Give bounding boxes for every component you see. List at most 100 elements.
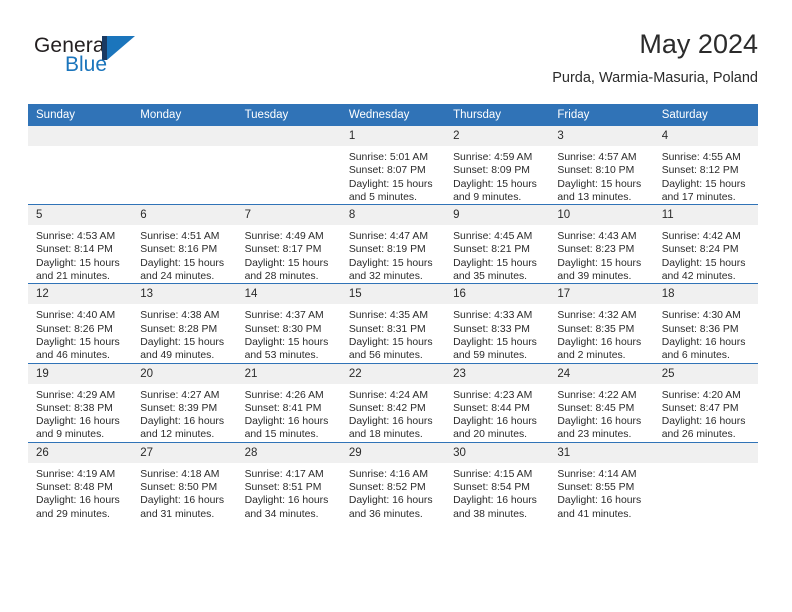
sunset-text: Sunset: 8:52 PM bbox=[348, 482, 426, 494]
calendar-day-cell[interactable]: 10 Sunrise: 4:43 AM Sunset: 8:23 PM Dayligh… bbox=[549, 204, 654, 284]
daylight-text-line1: Daylight: 16 hours bbox=[453, 416, 537, 428]
sunset-text: Sunset: 8:31 PM bbox=[348, 323, 426, 335]
daylight-text-line2: and 59 minutes. bbox=[453, 350, 528, 362]
daylight-text-line2: and 34 minutes. bbox=[244, 508, 319, 520]
day-number: 2 bbox=[445, 126, 550, 146]
day-info: Sunrise: 4:37 AM Sunset: 8:30 PM Daylight:… bbox=[237, 304, 341, 362]
calendar-day-cell[interactable]: 29 Sunrise: 4:16 AM Sunset: 8:52 PM Dayligh… bbox=[340, 441, 446, 521]
sunrise-text: Sunrise: 4:57 AM bbox=[557, 152, 637, 163]
day-info: Sunrise: 4:24 AM Sunset: 8:42 PM Daylight:… bbox=[341, 384, 445, 442]
daylight-text-line1: Daylight: 15 hours bbox=[661, 257, 746, 269]
calendar-day-cell[interactable]: 13 Sunrise: 4:38 AM Sunset: 8:28 PM Dayligh… bbox=[132, 283, 237, 364]
sunset-text: Sunset: 8:17 PM bbox=[244, 244, 322, 256]
day-info: Sunrise: 4:32 AM Sunset: 8:35 PM Daylight:… bbox=[549, 304, 653, 362]
calendar-day-cell[interactable]: 23 Sunrise: 4:23 AM Sunset: 8:44 PM Dayligh… bbox=[445, 362, 550, 443]
calendar-day-cell[interactable]: 2 Sunrise: 4:59 AM Sunset: 8:09 PM Daylight… bbox=[445, 126, 550, 205]
daylight-text-line2: and 20 minutes. bbox=[453, 429, 528, 441]
day-number: 8 bbox=[340, 205, 446, 226]
calendar-day-cell[interactable]: 28 Sunrise: 4:17 AM Sunset: 8:51 PM Dayligh… bbox=[236, 441, 341, 521]
calendar-day-cell[interactable]: 1 Sunrise: 5:01 AM Sunset: 8:07 PM Daylight… bbox=[340, 126, 446, 205]
calendar-day-cell[interactable]: 26 Sunrise: 4:19 AM Sunset: 8:48 PM Dayligh… bbox=[28, 441, 133, 521]
calendar-day-cell[interactable]: 22 Sunrise: 4:24 AM Sunset: 8:42 PM Dayligh… bbox=[340, 362, 446, 443]
calendar-day-cell[interactable]: 24 Sunrise: 4:22 AM Sunset: 8:45 PM Dayligh… bbox=[549, 362, 654, 443]
calendar-day-cell[interactable]: 4 Sunrise: 4:55 AM Sunset: 8:12 PM Daylight… bbox=[653, 126, 758, 205]
calendar-day-cell[interactable]: 21 Sunrise: 4:26 AM Sunset: 8:41 PM Dayligh… bbox=[236, 362, 341, 443]
day-info: Sunrise: 4:27 AM Sunset: 8:39 PM Daylight:… bbox=[132, 384, 236, 442]
daylight-text-line2: and 12 minutes. bbox=[140, 429, 215, 441]
sunrise-text: Sunrise: 4:20 AM bbox=[661, 389, 741, 401]
daylight-text-line1: Daylight: 16 hours bbox=[661, 336, 746, 348]
calendar-day-cell[interactable]: 14 Sunrise: 4:37 AM Sunset: 8:30 PM Dayligh… bbox=[236, 283, 341, 364]
daylight-text-line2: and 13 minutes. bbox=[557, 191, 632, 203]
sunrise-text: Sunrise: 4:59 AM bbox=[453, 152, 533, 163]
calendar-body: 1 Sunrise: 5:01 AM Sunset: 8:07 PM Daylight… bbox=[28, 126, 758, 521]
daylight-text-line2: and 41 minutes. bbox=[557, 508, 632, 520]
sunrise-text: Sunrise: 4:18 AM bbox=[140, 468, 220, 480]
calendar-day-cell[interactable]: 17 Sunrise: 4:32 AM Sunset: 8:35 PM Dayligh… bbox=[549, 283, 654, 364]
sunrise-text: Sunrise: 5:01 AM bbox=[348, 152, 428, 163]
calendar-day-cell[interactable]: 27 Sunrise: 4:18 AM Sunset: 8:50 PM Dayligh… bbox=[132, 441, 237, 521]
sunrise-text: Sunrise: 4:33 AM bbox=[453, 310, 533, 322]
daylight-text-line2: and 17 minutes. bbox=[661, 191, 736, 203]
calendar-day-cell[interactable]: 12 Sunrise: 4:40 AM Sunset: 8:26 PM Dayligh… bbox=[28, 283, 133, 364]
daylight-text-line2: and 26 minutes. bbox=[661, 429, 736, 441]
day-number: 25 bbox=[653, 363, 758, 384]
day-number: 9 bbox=[445, 205, 550, 226]
daylight-text-line1: Daylight: 16 hours bbox=[348, 416, 433, 428]
calendar-day-cell[interactable]: 15 Sunrise: 4:35 AM Sunset: 8:31 PM Dayligh… bbox=[340, 283, 446, 364]
sunrise-text: Sunrise: 4:32 AM bbox=[557, 310, 637, 322]
day-info: Sunrise: 5:01 AM Sunset: 8:07 PM Daylight:… bbox=[341, 146, 445, 204]
calendar-day-cell[interactable]: 7 Sunrise: 4:49 AM Sunset: 8:17 PM Daylight… bbox=[236, 204, 341, 284]
daylight-text-line1: Daylight: 15 hours bbox=[140, 336, 225, 348]
daylight-text-line1: Daylight: 15 hours bbox=[348, 336, 433, 348]
daylight-text-line2: and 49 minutes. bbox=[140, 350, 215, 362]
sunrise-text: Sunrise: 4:40 AM bbox=[36, 310, 116, 322]
calendar-day-cell[interactable]: 19 Sunrise: 4:29 AM Sunset: 8:38 PM Dayligh… bbox=[28, 362, 133, 443]
day-info: Sunrise: 4:20 AM Sunset: 8:47 PM Daylight:… bbox=[654, 384, 758, 442]
weekday-header-row: Sunday Monday Tuesday Wednesday Thursday… bbox=[28, 104, 758, 126]
calendar-day-cell[interactable]: 16 Sunrise: 4:33 AM Sunset: 8:33 PM Dayligh… bbox=[445, 283, 550, 364]
sunset-text: Sunset: 8:23 PM bbox=[557, 244, 635, 256]
calendar-day-cell[interactable]: 31 Sunrise: 4:14 AM Sunset: 8:55 PM Dayligh… bbox=[549, 441, 654, 521]
daylight-text-line1: Daylight: 16 hours bbox=[140, 416, 225, 428]
daylight-text-line2: and 2 minutes. bbox=[557, 350, 626, 362]
daylight-text-line2: and 35 minutes. bbox=[453, 271, 528, 283]
calendar-table: Sunday Monday Tuesday Wednesday Thursday… bbox=[28, 104, 758, 521]
day-number: 31 bbox=[549, 442, 654, 463]
day-info: Sunrise: 4:45 AM Sunset: 8:21 PM Daylight:… bbox=[445, 225, 549, 283]
logo-triangle-icon bbox=[107, 36, 135, 60]
sunrise-text: Sunrise: 4:16 AM bbox=[348, 468, 428, 480]
daylight-text-line1: Daylight: 15 hours bbox=[244, 336, 329, 348]
calendar-day-cell[interactable]: 3 Sunrise: 4:57 AM Sunset: 8:10 PM Daylight… bbox=[549, 126, 654, 205]
sunset-text: Sunset: 8:16 PM bbox=[140, 244, 218, 256]
calendar-day-cell[interactable]: 8 Sunrise: 4:47 AM Sunset: 8:19 PM Daylight… bbox=[340, 204, 446, 284]
calendar-day-cell[interactable]: 18 Sunrise: 4:30 AM Sunset: 8:36 PM Dayligh… bbox=[653, 283, 758, 364]
page-subtitle: Purda, Warmia-Masuria, Poland bbox=[552, 70, 758, 86]
calendar-day-cell[interactable]: 9 Sunrise: 4:45 AM Sunset: 8:21 PM Daylight… bbox=[445, 204, 550, 284]
general-blue-logo[interactable]: General Blue bbox=[34, 34, 214, 90]
calendar-day-cell[interactable]: 5 Sunrise: 4:53 AM Sunset: 8:14 PM Daylight… bbox=[28, 204, 133, 284]
sunrise-text: Sunrise: 4:27 AM bbox=[140, 389, 220, 401]
daylight-text-line2: and 18 minutes. bbox=[348, 429, 423, 441]
sunset-text: Sunset: 8:48 PM bbox=[36, 482, 113, 494]
calendar-day-cell[interactable]: 30 Sunrise: 4:15 AM Sunset: 8:54 PM Dayligh… bbox=[445, 441, 550, 521]
daylight-text-line1: Daylight: 16 hours bbox=[36, 495, 120, 507]
calendar-head: Sunday Monday Tuesday Wednesday Thursday… bbox=[28, 104, 758, 126]
day-info: Sunrise: 4:59 AM Sunset: 8:09 PM Daylight:… bbox=[445, 146, 549, 204]
day-number: 5 bbox=[28, 205, 133, 226]
calendar-day-cell[interactable]: 11 Sunrise: 4:42 AM Sunset: 8:24 PM Dayligh… bbox=[653, 204, 758, 284]
daylight-text-line1: Daylight: 16 hours bbox=[453, 495, 537, 507]
calendar-day-cell[interactable]: 25 Sunrise: 4:20 AM Sunset: 8:47 PM Dayligh… bbox=[653, 362, 758, 443]
sunrise-text: Sunrise: 4:53 AM bbox=[36, 231, 116, 243]
daylight-text-line1: Daylight: 15 hours bbox=[140, 257, 225, 269]
daylight-text-line1: Daylight: 16 hours bbox=[244, 416, 329, 428]
day-number bbox=[28, 126, 133, 146]
daylight-text-line2: and 53 minutes. bbox=[244, 350, 319, 362]
calendar-day-cell[interactable]: 20 Sunrise: 4:27 AM Sunset: 8:39 PM Dayligh… bbox=[132, 362, 237, 443]
daylight-text-line1: Daylight: 15 hours bbox=[453, 178, 537, 190]
sunrise-text: Sunrise: 4:14 AM bbox=[557, 468, 637, 480]
calendar-day-cell[interactable]: 6 Sunrise: 4:51 AM Sunset: 8:16 PM Daylight… bbox=[132, 204, 237, 284]
daylight-text-line2: and 9 minutes. bbox=[36, 429, 105, 441]
daylight-text-line1: Daylight: 16 hours bbox=[140, 495, 225, 507]
weekday-header-wednesday: Wednesday bbox=[340, 104, 446, 126]
